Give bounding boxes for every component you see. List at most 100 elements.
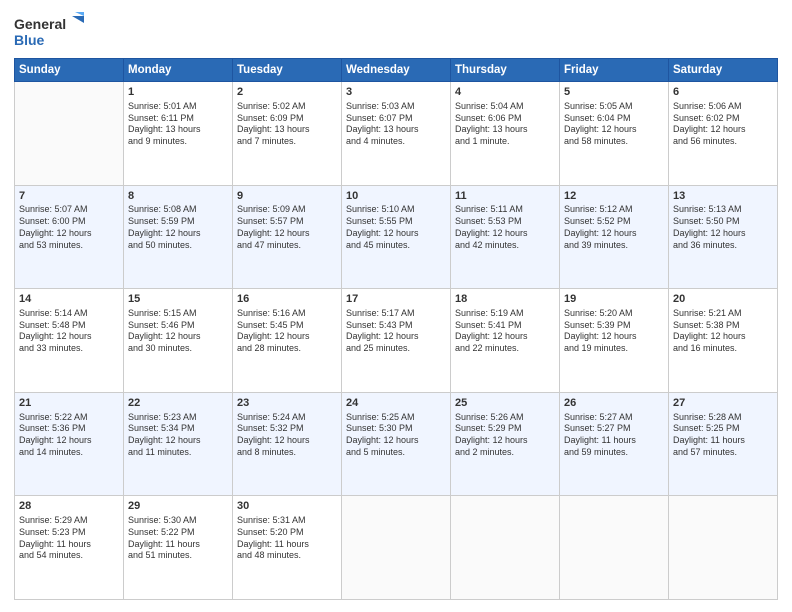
- calendar-header-row: SundayMondayTuesdayWednesdayThursdayFrid…: [15, 59, 778, 82]
- day-number: 4: [455, 85, 555, 100]
- calendar-cell: 3Sunrise: 5:03 AM Sunset: 6:07 PM Daylig…: [342, 82, 451, 186]
- cell-info: Sunrise: 5:26 AM Sunset: 5:29 PM Dayligh…: [455, 412, 555, 459]
- calendar-cell: 13Sunrise: 5:13 AM Sunset: 5:50 PM Dayli…: [669, 185, 778, 289]
- cell-info: Sunrise: 5:15 AM Sunset: 5:46 PM Dayligh…: [128, 308, 228, 355]
- day-number: 9: [237, 189, 337, 204]
- cell-info: Sunrise: 5:23 AM Sunset: 5:34 PM Dayligh…: [128, 412, 228, 459]
- calendar-week-row: 1Sunrise: 5:01 AM Sunset: 6:11 PM Daylig…: [15, 82, 778, 186]
- weekday-header: Sunday: [15, 59, 124, 82]
- weekday-header: Wednesday: [342, 59, 451, 82]
- calendar-cell: [342, 496, 451, 600]
- weekday-header: Monday: [124, 59, 233, 82]
- cell-info: Sunrise: 5:31 AM Sunset: 5:20 PM Dayligh…: [237, 515, 337, 562]
- weekday-header: Saturday: [669, 59, 778, 82]
- day-number: 25: [455, 396, 555, 411]
- cell-info: Sunrise: 5:01 AM Sunset: 6:11 PM Dayligh…: [128, 101, 228, 148]
- calendar-week-row: 28Sunrise: 5:29 AM Sunset: 5:23 PM Dayli…: [15, 496, 778, 600]
- calendar-cell: 18Sunrise: 5:19 AM Sunset: 5:41 PM Dayli…: [451, 289, 560, 393]
- calendar-cell: 11Sunrise: 5:11 AM Sunset: 5:53 PM Dayli…: [451, 185, 560, 289]
- cell-info: Sunrise: 5:07 AM Sunset: 6:00 PM Dayligh…: [19, 204, 119, 251]
- day-number: 16: [237, 292, 337, 307]
- cell-info: Sunrise: 5:19 AM Sunset: 5:41 PM Dayligh…: [455, 308, 555, 355]
- calendar-cell: 24Sunrise: 5:25 AM Sunset: 5:30 PM Dayli…: [342, 392, 451, 496]
- calendar-cell: 30Sunrise: 5:31 AM Sunset: 5:20 PM Dayli…: [233, 496, 342, 600]
- cell-info: Sunrise: 5:16 AM Sunset: 5:45 PM Dayligh…: [237, 308, 337, 355]
- calendar-week-row: 7Sunrise: 5:07 AM Sunset: 6:00 PM Daylig…: [15, 185, 778, 289]
- cell-info: Sunrise: 5:24 AM Sunset: 5:32 PM Dayligh…: [237, 412, 337, 459]
- calendar-cell: 15Sunrise: 5:15 AM Sunset: 5:46 PM Dayli…: [124, 289, 233, 393]
- weekday-header: Tuesday: [233, 59, 342, 82]
- cell-info: Sunrise: 5:11 AM Sunset: 5:53 PM Dayligh…: [455, 204, 555, 251]
- calendar-cell: 25Sunrise: 5:26 AM Sunset: 5:29 PM Dayli…: [451, 392, 560, 496]
- cell-info: Sunrise: 5:09 AM Sunset: 5:57 PM Dayligh…: [237, 204, 337, 251]
- svg-text:General: General: [14, 16, 66, 32]
- calendar-cell: [669, 496, 778, 600]
- day-number: 2: [237, 85, 337, 100]
- day-number: 11: [455, 189, 555, 204]
- cell-info: Sunrise: 5:29 AM Sunset: 5:23 PM Dayligh…: [19, 515, 119, 562]
- day-number: 22: [128, 396, 228, 411]
- day-number: 26: [564, 396, 664, 411]
- day-number: 15: [128, 292, 228, 307]
- logo: General Blue: [14, 12, 94, 50]
- calendar-cell: 19Sunrise: 5:20 AM Sunset: 5:39 PM Dayli…: [560, 289, 669, 393]
- day-number: 3: [346, 85, 446, 100]
- calendar-cell: 21Sunrise: 5:22 AM Sunset: 5:36 PM Dayli…: [15, 392, 124, 496]
- cell-info: Sunrise: 5:22 AM Sunset: 5:36 PM Dayligh…: [19, 412, 119, 459]
- calendar-cell: [451, 496, 560, 600]
- cell-info: Sunrise: 5:20 AM Sunset: 5:39 PM Dayligh…: [564, 308, 664, 355]
- calendar-cell: 5Sunrise: 5:05 AM Sunset: 6:04 PM Daylig…: [560, 82, 669, 186]
- cell-info: Sunrise: 5:05 AM Sunset: 6:04 PM Dayligh…: [564, 101, 664, 148]
- day-number: 1: [128, 85, 228, 100]
- day-number: 18: [455, 292, 555, 307]
- calendar-cell: 17Sunrise: 5:17 AM Sunset: 5:43 PM Dayli…: [342, 289, 451, 393]
- calendar-cell: 10Sunrise: 5:10 AM Sunset: 5:55 PM Dayli…: [342, 185, 451, 289]
- calendar-week-row: 21Sunrise: 5:22 AM Sunset: 5:36 PM Dayli…: [15, 392, 778, 496]
- day-number: 14: [19, 292, 119, 307]
- day-number: 30: [237, 499, 337, 514]
- day-number: 28: [19, 499, 119, 514]
- calendar-week-row: 14Sunrise: 5:14 AM Sunset: 5:48 PM Dayli…: [15, 289, 778, 393]
- svg-text:Blue: Blue: [14, 32, 45, 48]
- calendar-cell: 1Sunrise: 5:01 AM Sunset: 6:11 PM Daylig…: [124, 82, 233, 186]
- calendar-cell: 29Sunrise: 5:30 AM Sunset: 5:22 PM Dayli…: [124, 496, 233, 600]
- cell-info: Sunrise: 5:17 AM Sunset: 5:43 PM Dayligh…: [346, 308, 446, 355]
- calendar-cell: 26Sunrise: 5:27 AM Sunset: 5:27 PM Dayli…: [560, 392, 669, 496]
- day-number: 5: [564, 85, 664, 100]
- cell-info: Sunrise: 5:14 AM Sunset: 5:48 PM Dayligh…: [19, 308, 119, 355]
- day-number: 23: [237, 396, 337, 411]
- day-number: 24: [346, 396, 446, 411]
- cell-info: Sunrise: 5:02 AM Sunset: 6:09 PM Dayligh…: [237, 101, 337, 148]
- calendar-cell: 6Sunrise: 5:06 AM Sunset: 6:02 PM Daylig…: [669, 82, 778, 186]
- weekday-header: Friday: [560, 59, 669, 82]
- day-number: 6: [673, 85, 773, 100]
- page: General Blue SundayMondayTuesdayWednesda…: [0, 0, 792, 612]
- calendar-cell: 12Sunrise: 5:12 AM Sunset: 5:52 PM Dayli…: [560, 185, 669, 289]
- calendar-cell: [560, 496, 669, 600]
- calendar-cell: 22Sunrise: 5:23 AM Sunset: 5:34 PM Dayli…: [124, 392, 233, 496]
- calendar-cell: 14Sunrise: 5:14 AM Sunset: 5:48 PM Dayli…: [15, 289, 124, 393]
- header: General Blue: [14, 12, 778, 50]
- calendar-cell: 27Sunrise: 5:28 AM Sunset: 5:25 PM Dayli…: [669, 392, 778, 496]
- day-number: 8: [128, 189, 228, 204]
- cell-info: Sunrise: 5:08 AM Sunset: 5:59 PM Dayligh…: [128, 204, 228, 251]
- weekday-header: Thursday: [451, 59, 560, 82]
- cell-info: Sunrise: 5:13 AM Sunset: 5:50 PM Dayligh…: [673, 204, 773, 251]
- day-number: 13: [673, 189, 773, 204]
- cell-info: Sunrise: 5:12 AM Sunset: 5:52 PM Dayligh…: [564, 204, 664, 251]
- calendar-cell: [15, 82, 124, 186]
- day-number: 19: [564, 292, 664, 307]
- calendar-cell: 16Sunrise: 5:16 AM Sunset: 5:45 PM Dayli…: [233, 289, 342, 393]
- day-number: 29: [128, 499, 228, 514]
- calendar-cell: 8Sunrise: 5:08 AM Sunset: 5:59 PM Daylig…: [124, 185, 233, 289]
- day-number: 12: [564, 189, 664, 204]
- day-number: 17: [346, 292, 446, 307]
- calendar-cell: 2Sunrise: 5:02 AM Sunset: 6:09 PM Daylig…: [233, 82, 342, 186]
- day-number: 27: [673, 396, 773, 411]
- calendar-cell: 7Sunrise: 5:07 AM Sunset: 6:00 PM Daylig…: [15, 185, 124, 289]
- logo-svg: General Blue: [14, 12, 94, 50]
- calendar-table: SundayMondayTuesdayWednesdayThursdayFrid…: [14, 58, 778, 600]
- day-number: 21: [19, 396, 119, 411]
- calendar-cell: 9Sunrise: 5:09 AM Sunset: 5:57 PM Daylig…: [233, 185, 342, 289]
- cell-info: Sunrise: 5:28 AM Sunset: 5:25 PM Dayligh…: [673, 412, 773, 459]
